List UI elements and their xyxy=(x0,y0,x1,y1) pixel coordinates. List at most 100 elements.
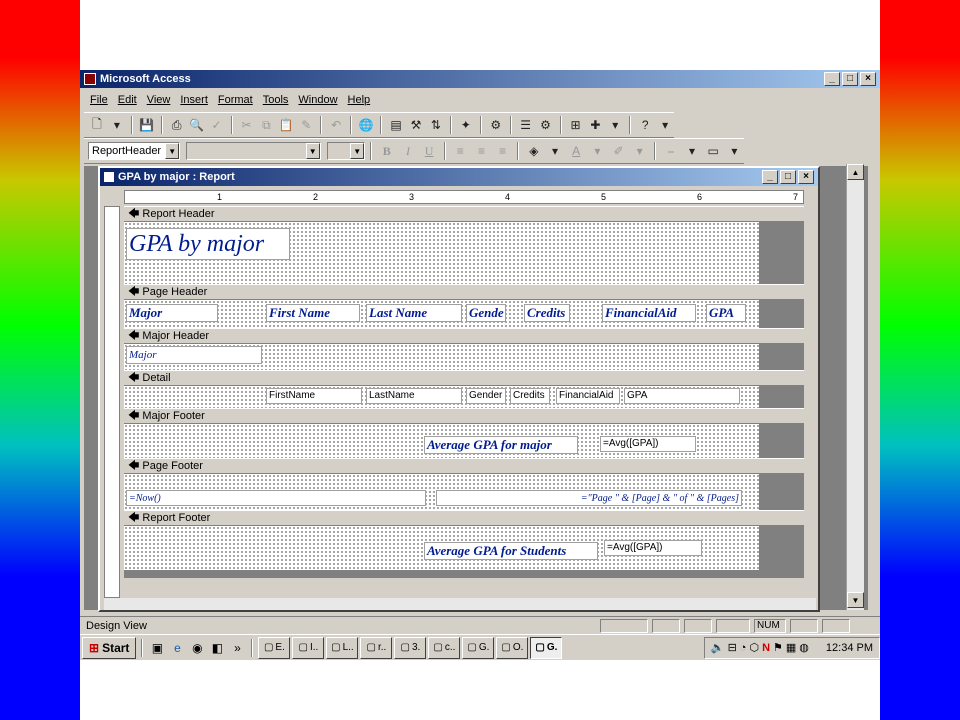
font-color-dropdown-icon[interactable]: ▾ xyxy=(588,141,607,161)
font-color-icon[interactable]: A xyxy=(567,141,586,161)
outlook-icon[interactable]: ◉ xyxy=(188,639,206,657)
align-left-icon[interactable]: ≡ xyxy=(451,141,470,161)
internet-explorer-icon[interactable]: e xyxy=(168,639,186,657)
chevron-down-icon[interactable]: ▼ xyxy=(165,143,180,159)
report-maximize-button[interactable]: □ xyxy=(780,170,796,184)
scroll-down-icon[interactable]: ▼ xyxy=(847,592,864,608)
spelling-icon[interactable]: ✓ xyxy=(208,115,226,135)
format-painter-icon[interactable]: ✎ xyxy=(297,115,315,135)
norton-icon[interactable]: N xyxy=(762,642,770,654)
align-center-icon[interactable]: ≡ xyxy=(472,141,491,161)
avg-gpa-major-textbox[interactable]: =Avg([GPA]) xyxy=(600,436,696,452)
bold-icon[interactable]: B xyxy=(377,141,396,161)
new-object-icon[interactable]: ✚ xyxy=(586,115,604,135)
print-icon[interactable]: ⎙ xyxy=(168,115,186,135)
build-icon[interactable]: ⚙ xyxy=(537,115,555,135)
taskbar-button[interactable]: ▢ 3. xyxy=(394,636,427,659)
column-label-last-name[interactable]: Last Name xyxy=(366,304,462,322)
line-color-icon[interactable]: ✐ xyxy=(609,141,628,161)
column-label-major[interactable]: Major xyxy=(126,304,218,322)
autoformat-icon[interactable]: ✦ xyxy=(457,115,475,135)
undo-icon[interactable]: ↶ xyxy=(327,115,345,135)
taskbar-button[interactable]: ▢ G. xyxy=(462,636,495,659)
column-label-gender[interactable]: Gende xyxy=(466,304,506,322)
scroll-up-icon[interactable]: ▲ xyxy=(847,164,864,180)
code-icon[interactable]: ⚙ xyxy=(487,115,505,135)
average-gpa-major-label[interactable]: Average GPA for major xyxy=(424,436,578,454)
field-list-icon[interactable]: ▤ xyxy=(387,115,405,135)
special-effect-dropdown-icon[interactable]: ▾ xyxy=(725,141,744,161)
taskbar-button[interactable]: ▢ r.. xyxy=(360,636,393,659)
report-footer-body[interactable]: Average GPA for Students =Avg([GPA]) xyxy=(124,526,759,570)
hyperlink-icon[interactable]: 🌐 xyxy=(357,115,375,135)
view-dropdown-icon[interactable]: ▾ xyxy=(108,115,126,135)
major-footer-body[interactable]: Average GPA for major =Avg([GPA]) xyxy=(124,424,759,458)
menu-window[interactable]: Window xyxy=(298,94,337,106)
line-width-dropdown-icon[interactable]: ▾ xyxy=(682,141,701,161)
print-preview-icon[interactable]: 🔍 xyxy=(188,115,206,135)
tray-app-icon[interactable]: ⚑ xyxy=(773,641,783,654)
special-effect-icon[interactable]: ▭ xyxy=(704,141,723,161)
section-bar-report-footer[interactable]: 🡄 Report Footer xyxy=(124,510,804,526)
menu-format[interactable]: Format xyxy=(218,94,253,106)
font-size-combo[interactable]: ▼ xyxy=(326,142,366,160)
now-textbox[interactable]: =Now() xyxy=(126,490,426,506)
fill-color-dropdown-icon[interactable]: ▾ xyxy=(545,141,564,161)
lastname-textbox[interactable]: LastName xyxy=(366,388,462,404)
section-bar-detail[interactable]: 🡄 Detail xyxy=(124,370,804,386)
section-bar-page-header[interactable]: 🡄 Page Header xyxy=(124,284,804,300)
section-bar-major-header[interactable]: 🡄 Major Header xyxy=(124,328,804,344)
database-window-icon[interactable]: ⊞ xyxy=(567,115,585,135)
workspace-vertical-scrollbar[interactable]: ▲ ▼ xyxy=(846,164,864,610)
taskbar-button-active[interactable]: ▢ G. xyxy=(530,636,563,659)
avg-gpa-students-textbox[interactable]: =Avg([GPA]) xyxy=(604,540,702,556)
menu-view[interactable]: View xyxy=(147,94,171,106)
tray-app-icon[interactable]: ◔ xyxy=(740,642,747,654)
report-header-body[interactable]: GPA by major xyxy=(124,222,759,284)
menu-edit[interactable]: Edit xyxy=(118,94,137,106)
report-close-button[interactable]: × xyxy=(798,170,814,184)
report-minimize-button[interactable]: _ xyxy=(762,170,778,184)
properties-icon[interactable]: ☰ xyxy=(517,115,535,135)
sorting-grouping-icon[interactable]: ⇅ xyxy=(427,115,445,135)
menu-file[interactable]: File xyxy=(90,94,108,106)
tray-app-icon[interactable]: ▦ xyxy=(786,641,796,654)
chevron-down-icon[interactable]: ▼ xyxy=(350,143,365,159)
view-icon[interactable]: 🗋 xyxy=(88,115,106,135)
menu-insert[interactable]: Insert xyxy=(180,94,208,106)
object-selector[interactable]: ReportHeader ▼ xyxy=(88,142,181,160)
taskbar-button[interactable]: ▢ I.. xyxy=(292,636,325,659)
line-color-dropdown-icon[interactable]: ▾ xyxy=(630,141,649,161)
report-horizontal-scrollbar[interactable] xyxy=(104,598,816,610)
toolbox-icon[interactable]: ⚒ xyxy=(407,115,425,135)
fill-color-icon[interactable]: ◈ xyxy=(524,141,543,161)
section-bar-major-footer[interactable]: 🡄 Major Footer xyxy=(124,408,804,424)
paste-icon[interactable]: 📋 xyxy=(277,115,295,135)
page-number-textbox[interactable]: ="Page " & [Page] & " of " & [Pages] xyxy=(436,490,742,506)
close-button[interactable]: × xyxy=(860,72,876,86)
major-field[interactable]: Major xyxy=(126,346,262,364)
taskbar-button[interactable]: ▢ c.. xyxy=(428,636,461,659)
underline-icon[interactable]: U xyxy=(420,141,439,161)
financialaid-textbox[interactable]: FinancialAid xyxy=(556,388,620,404)
taskbar-button[interactable]: ▢ O. xyxy=(496,636,529,659)
tray-app-icon[interactable]: ⬡ xyxy=(749,641,759,654)
show-desktop-icon[interactable]: ▣ xyxy=(148,639,166,657)
save-icon[interactable]: 💾 xyxy=(138,115,156,135)
align-right-icon[interactable]: ≡ xyxy=(493,141,512,161)
column-label-gpa[interactable]: GPA xyxy=(706,304,746,322)
section-bar-report-header[interactable]: 🡄 Report Header xyxy=(124,206,804,222)
credits-textbox[interactable]: Credits xyxy=(510,388,550,404)
column-label-first-name[interactable]: First Name xyxy=(266,304,360,322)
tray-app-icon[interactable]: ◍ xyxy=(799,641,809,654)
italic-icon[interactable]: I xyxy=(398,141,417,161)
section-bar-page-footer[interactable]: 🡄 Page Footer xyxy=(124,458,804,474)
cut-icon[interactable]: ✂ xyxy=(238,115,256,135)
copy-icon[interactable]: ⧉ xyxy=(257,115,275,135)
help-icon[interactable]: ? xyxy=(636,115,654,135)
toolbar-options-icon[interactable]: ▾ xyxy=(656,115,674,135)
gender-textbox[interactable]: Gender xyxy=(466,388,506,404)
taskbar-button[interactable]: ▢ L.. xyxy=(326,636,359,659)
more-chevron-icon[interactable]: » xyxy=(228,639,246,657)
column-label-credits[interactable]: Credits xyxy=(524,304,570,322)
